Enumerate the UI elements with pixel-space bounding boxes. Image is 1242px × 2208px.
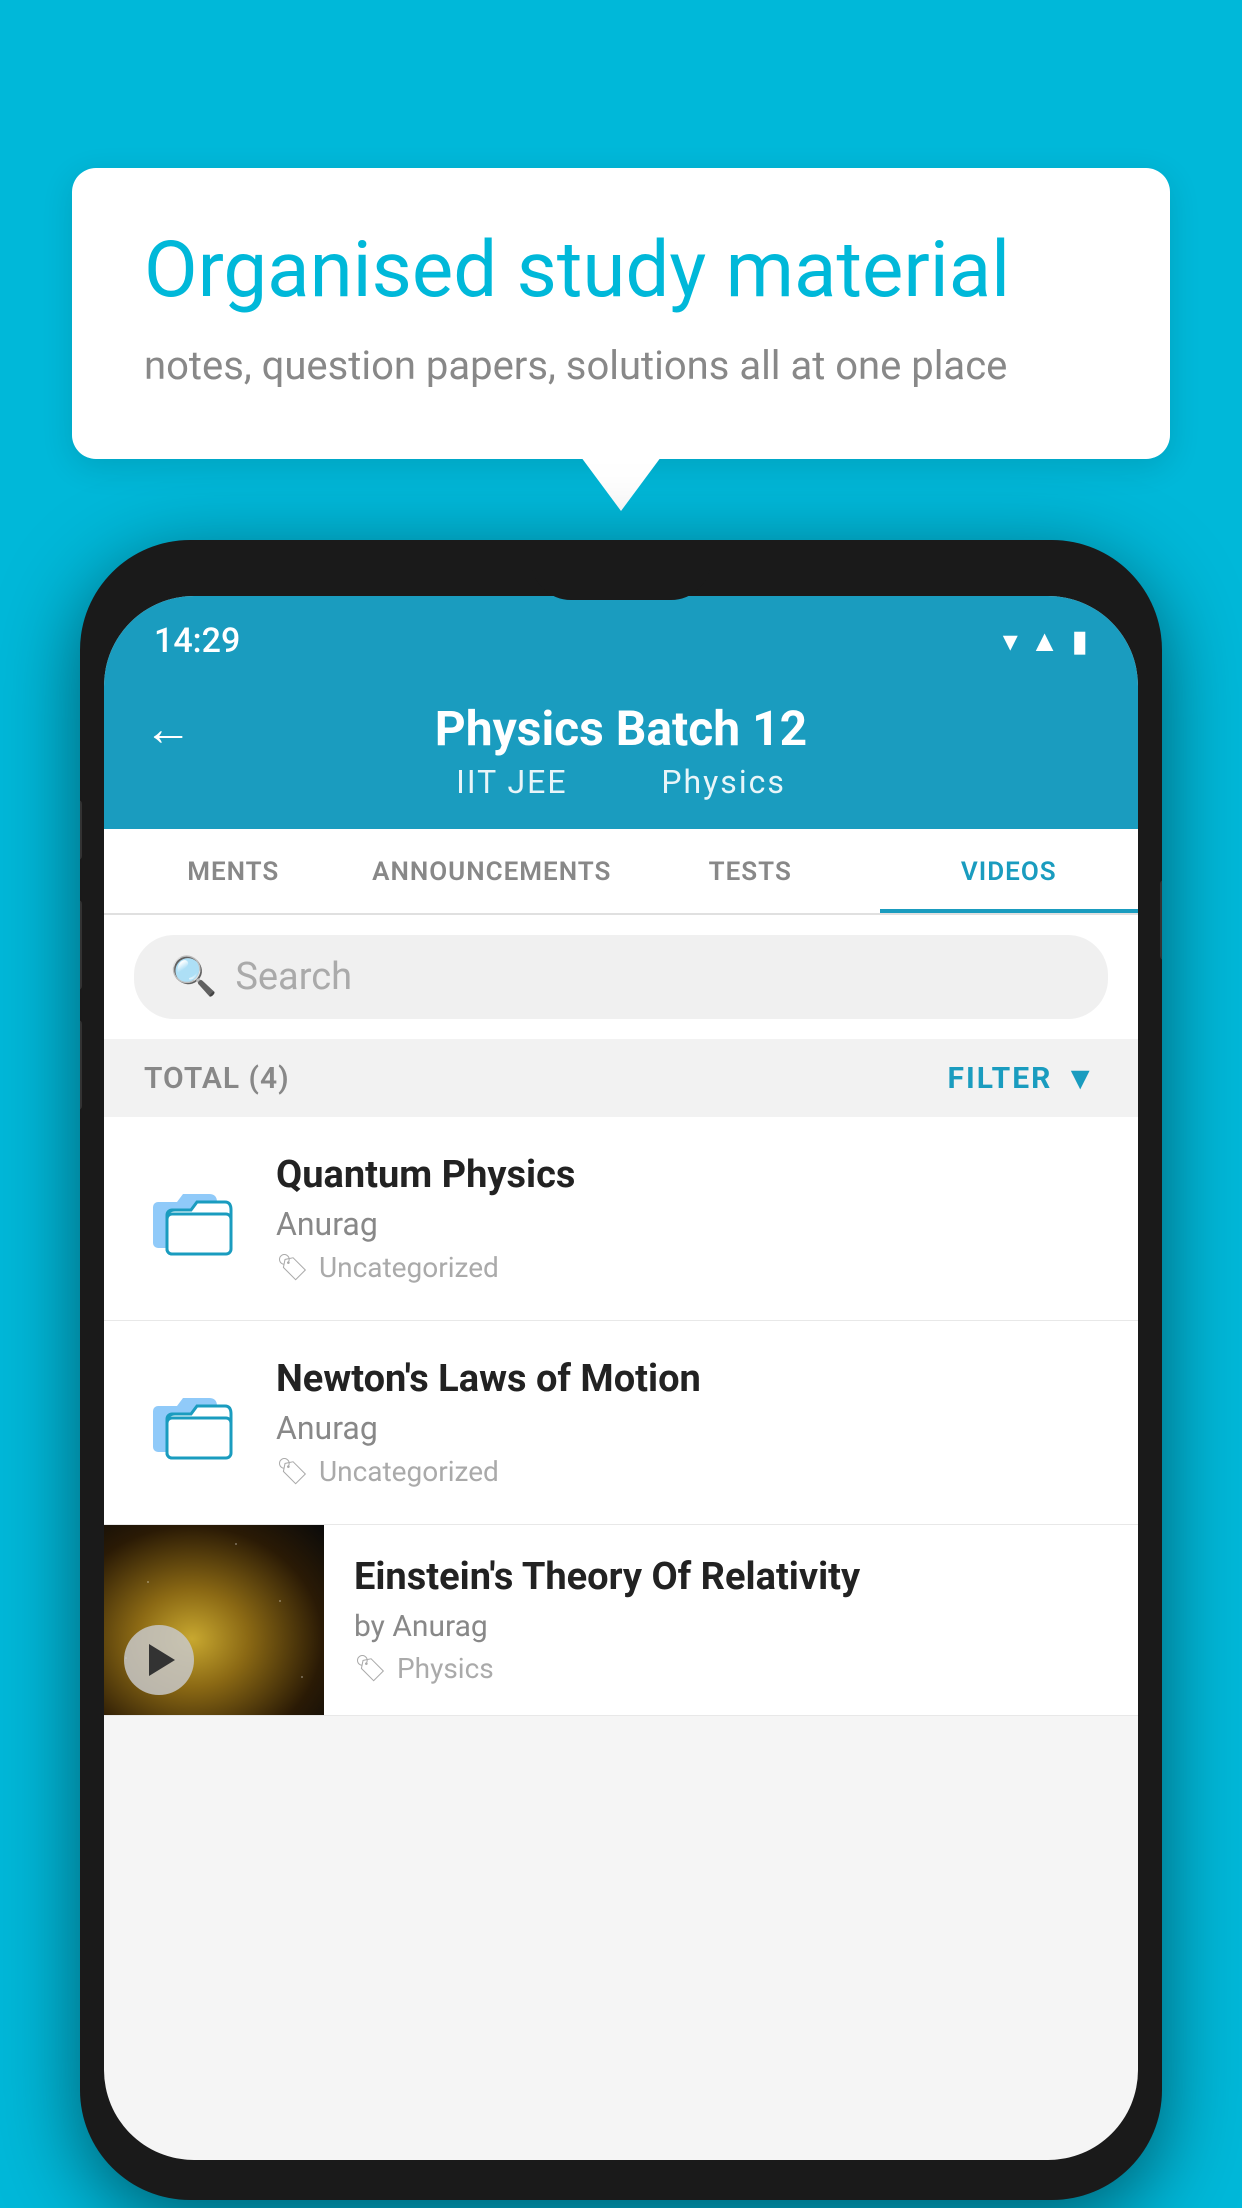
search-bar[interactable]: 🔍 Search: [134, 935, 1108, 1019]
volume-up-button: [80, 900, 82, 990]
phone-frame: 14:29 ▾ ▲ ▮ ← Physics Batch 12 IIT JEE P…: [80, 540, 1162, 2200]
wifi-icon: ▾: [1003, 624, 1018, 659]
video-list: Quantum Physics Anurag 🏷 Uncategorized: [104, 1117, 1138, 1716]
subtitle-iitjee: IIT JEE: [456, 763, 567, 801]
video-tag: 🏷 Uncategorized: [276, 1455, 1098, 1488]
search-container: 🔍 Search: [104, 915, 1138, 1039]
header-subtitle: IIT JEE Physics: [440, 763, 802, 801]
mute-button: [80, 800, 82, 860]
video-info: Einstein's Theory Of Relativity by Anura…: [324, 1525, 1138, 1685]
video-title: Quantum Physics: [276, 1153, 1098, 1197]
app-header: ← Physics Batch 12 IIT JEE Physics: [104, 676, 1138, 829]
volume-down-button: [80, 1020, 82, 1110]
tabs-bar: MENTS ANNOUNCEMENTS TESTS VIDEOS: [104, 829, 1138, 915]
play-icon: [149, 1644, 175, 1676]
speech-bubble-title: Organised study material: [144, 228, 1098, 314]
search-icon: 🔍: [170, 955, 217, 999]
video-tag: 🏷 Uncategorized: [276, 1251, 1098, 1284]
tab-announcements[interactable]: ANNOUNCEMENTS: [363, 829, 622, 913]
status-time: 14:29: [154, 621, 240, 661]
battery-icon: ▮: [1071, 624, 1088, 659]
folder-icon: [144, 1373, 244, 1473]
filter-button[interactable]: FILTER ▼: [948, 1059, 1099, 1097]
filter-label: FILTER: [948, 1061, 1053, 1096]
folder-icon: [144, 1169, 244, 1269]
speech-bubble-subtitle: notes, question papers, solutions all at…: [144, 342, 1098, 389]
list-item[interactable]: Einstein's Theory Of Relativity by Anura…: [104, 1525, 1138, 1716]
tab-tests[interactable]: TESTS: [621, 829, 880, 913]
filter-funnel-icon: ▼: [1064, 1059, 1098, 1097]
header-title: Physics Batch 12: [435, 700, 807, 757]
back-button[interactable]: ←: [144, 700, 192, 757]
search-placeholder: Search: [235, 955, 352, 999]
video-author: Anurag: [276, 1409, 1098, 1447]
filter-bar: TOTAL (4) FILTER ▼: [104, 1039, 1138, 1117]
signal-icon: ▲: [1030, 624, 1060, 659]
status-bar: 14:29 ▾ ▲ ▮: [104, 596, 1138, 676]
video-author: Anurag: [276, 1205, 1098, 1243]
power-button: [1160, 880, 1162, 960]
subtitle-separator: [609, 763, 629, 801]
phone-notch: [531, 540, 711, 600]
total-count-label: TOTAL (4): [144, 1061, 290, 1096]
tag-label: Uncategorized: [319, 1455, 499, 1488]
video-author: by Anurag: [354, 1609, 1108, 1644]
video-thumbnail: [104, 1525, 324, 1715]
subtitle-physics: Physics: [661, 763, 786, 801]
tag-icon: 🏷: [276, 1457, 309, 1487]
tab-videos[interactable]: VIDEOS: [880, 829, 1139, 913]
video-title: Newton's Laws of Motion: [276, 1357, 1098, 1401]
phone-screen: 14:29 ▾ ▲ ▮ ← Physics Batch 12 IIT JEE P…: [104, 596, 1138, 2160]
status-icons: ▾ ▲ ▮: [1003, 624, 1088, 659]
video-info: Quantum Physics Anurag 🏷 Uncategorized: [276, 1153, 1098, 1284]
speech-bubble: Organised study material notes, question…: [72, 168, 1170, 459]
tag-label: Physics: [397, 1652, 494, 1685]
play-button[interactable]: [124, 1625, 194, 1695]
video-tag: 🏷 Physics: [354, 1652, 1108, 1685]
video-title: Einstein's Theory Of Relativity: [354, 1555, 1108, 1599]
video-info: Newton's Laws of Motion Anurag 🏷 Uncateg…: [276, 1357, 1098, 1488]
tab-ments[interactable]: MENTS: [104, 829, 363, 913]
tag-label: Uncategorized: [319, 1251, 499, 1284]
list-item[interactable]: Quantum Physics Anurag 🏷 Uncategorized: [104, 1117, 1138, 1321]
tag-icon: 🏷: [354, 1654, 387, 1684]
list-item[interactable]: Newton's Laws of Motion Anurag 🏷 Uncateg…: [104, 1321, 1138, 1525]
tag-icon: 🏷: [276, 1253, 309, 1283]
